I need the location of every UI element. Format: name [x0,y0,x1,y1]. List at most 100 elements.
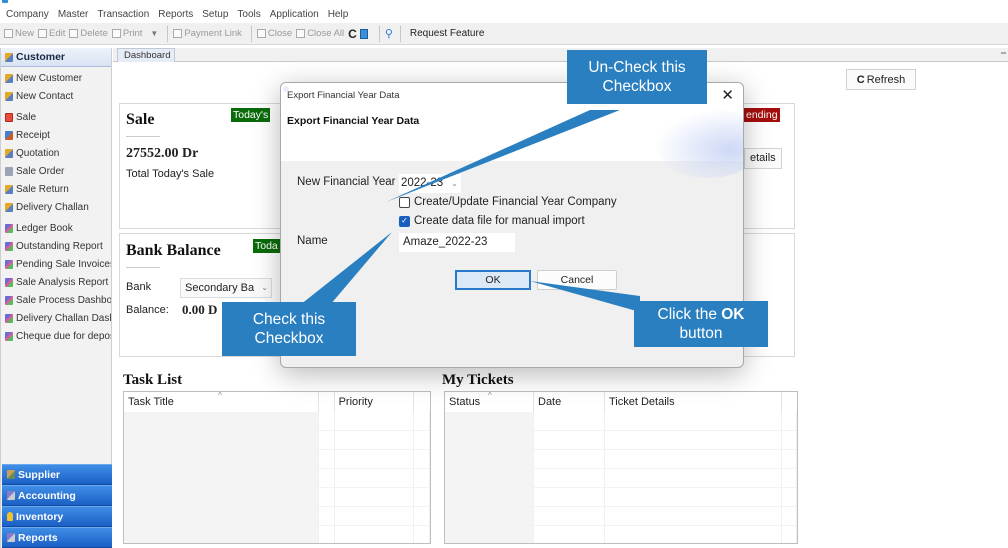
create-data-file-checkbox[interactable]: ✓ [399,215,410,227]
close-all-button[interactable]: Close All [296,28,344,39]
sidebar-item-sale[interactable]: Sale [1,108,111,126]
menu-application[interactable]: Application [270,9,319,20]
menu-transaction[interactable]: Transaction [97,9,149,20]
column-status[interactable]: Status ^ [445,392,534,412]
edit-button[interactable]: Edit [38,28,65,39]
module-accounting[interactable]: Accounting [2,485,112,506]
column-priority[interactable]: Priority [335,392,415,412]
table-row[interactable] [124,431,430,450]
sidebar-item-pending-sale-invoices[interactable]: Pending Sale Invoices [1,255,111,273]
table-row[interactable] [124,412,430,431]
cancel-button[interactable]: Cancel [537,270,617,290]
table-row[interactable] [445,431,797,450]
person-icon [5,73,13,83]
sidebar-item-new-customer[interactable]: New Customer [1,69,111,87]
table-cell [414,507,430,525]
delete-button[interactable]: Delete [69,28,108,39]
column-ticket-details[interactable]: Ticket Details [605,392,782,412]
sale-card: Sale Today's 27552.00 Dr Total Today's S… [119,103,287,229]
table-row[interactable] [445,526,797,543]
menu-company[interactable]: Company [6,9,49,20]
sidebar-header-customer[interactable]: Customer [1,48,111,67]
sale-today-badge: Today's [231,108,271,122]
table-row[interactable] [124,488,430,507]
table-cell [782,412,797,430]
create-data-file-option[interactable]: ✓ Create data file for manual import [399,215,585,227]
calculator-icon[interactable] [359,28,368,39]
column-task-title[interactable]: Task Title ^ [124,392,319,412]
close-icon[interactable]: ✕ [721,86,734,104]
sidebar-item-quotation[interactable]: Quotation [1,144,111,162]
close-label: Close [267,28,293,39]
column-label: Ticket Details [609,396,675,408]
module-inventory[interactable]: Inventory [2,506,112,527]
sidebar-item-sale-analysis-report[interactable]: Sale Analysis Report [1,273,111,291]
table-cell [414,431,430,449]
sidebar-item-delivery-challan-dashboard[interactable]: Delivery Challan Dashl [1,309,111,327]
sidebar-item-label: Cheque due for depos [16,330,111,342]
tab-strip-menu-icon[interactable] [1001,52,1006,54]
search-icon[interactable]: ⚲ [385,27,393,40]
close-button[interactable]: Close [256,28,293,39]
module-reports[interactable]: Reports [2,527,112,548]
table-cell [445,488,534,506]
sidebar-item-sale-process-dashboard[interactable]: Sale Process Dashboa [1,291,111,309]
request-feature-button[interactable]: Request Feature [410,28,485,39]
table-row[interactable] [445,488,797,507]
table-row[interactable] [124,469,430,488]
menu-tools[interactable]: Tools [237,9,260,20]
my-tickets-grid[interactable]: Status ^ Date Ticket Details [444,391,798,544]
sidebar-item-label: Receipt [16,129,50,141]
sidebar-item-cheque-due[interactable]: Cheque due for depos [1,327,111,345]
create-update-fy-company-option[interactable]: Create/Update Financial Year Company [399,196,617,208]
column-date[interactable]: Date [534,392,605,412]
table-row[interactable] [124,450,430,469]
print-dropdown-icon[interactable]: ▼ [150,29,158,38]
table-row[interactable] [445,469,797,488]
create-update-fy-company-checkbox[interactable] [399,196,410,208]
sale-icon [5,112,13,122]
new-button[interactable]: New [4,28,34,39]
sidebar-item-delivery-challan[interactable]: Delivery Challan [1,198,111,216]
table-cell [605,488,782,506]
menu-setup[interactable]: Setup [202,9,228,20]
module-supplier[interactable]: Supplier [2,464,112,485]
sidebar-item-sale-order[interactable]: Sale Order [1,162,111,180]
sale-card-title: Sale [126,111,155,128]
name-input[interactable] [399,233,515,252]
payment-link-button[interactable]: Payment Link [173,28,242,39]
report-icon [5,277,13,287]
bank-select[interactable]: Secondary Ba ⌄ [180,278,272,298]
print-icon [111,29,121,38]
table-row[interactable] [445,507,797,526]
details-button[interactable]: etails [744,148,782,169]
tab-dashboard[interactable]: Dashboard [117,48,176,62]
table-cell [335,450,415,468]
refresh-button[interactable]: C Refresh [846,69,916,90]
uncheck-callout-text: Un-Check this Checkbox [588,59,686,95]
table-row[interactable] [445,412,797,431]
menu-reports[interactable]: Reports [158,9,193,20]
ok-button[interactable]: OK [455,270,531,290]
table-row[interactable] [445,450,797,469]
table-cell [335,412,415,430]
sidebar-item-new-contact[interactable]: New Contact [1,87,111,105]
financial-year-select[interactable]: 2022-23 ⌄ [399,174,461,193]
table-cell [534,431,605,449]
menu-help[interactable]: Help [328,9,349,20]
table-cell [319,431,335,449]
sidebar-item-receipt[interactable]: Receipt [1,126,111,144]
print-button[interactable]: Print [111,28,142,39]
edit-label: Edit [49,28,66,39]
order-icon [5,166,13,176]
sidebar-item-label: Sale Analysis Report [16,276,109,288]
sidebar-item-ledger-book[interactable]: Ledger Book [1,219,111,237]
table-row[interactable] [124,526,430,543]
table-cell [445,526,534,543]
sidebar-item-outstanding-report[interactable]: Outstanding Report [1,237,111,255]
table-row[interactable] [124,507,430,526]
refresh-icon[interactable]: C [348,27,357,41]
sidebar-item-sale-return[interactable]: Sale Return [1,180,111,198]
task-list-grid[interactable]: Task Title ^ Priority [123,391,431,544]
menu-master[interactable]: Master [58,9,89,20]
